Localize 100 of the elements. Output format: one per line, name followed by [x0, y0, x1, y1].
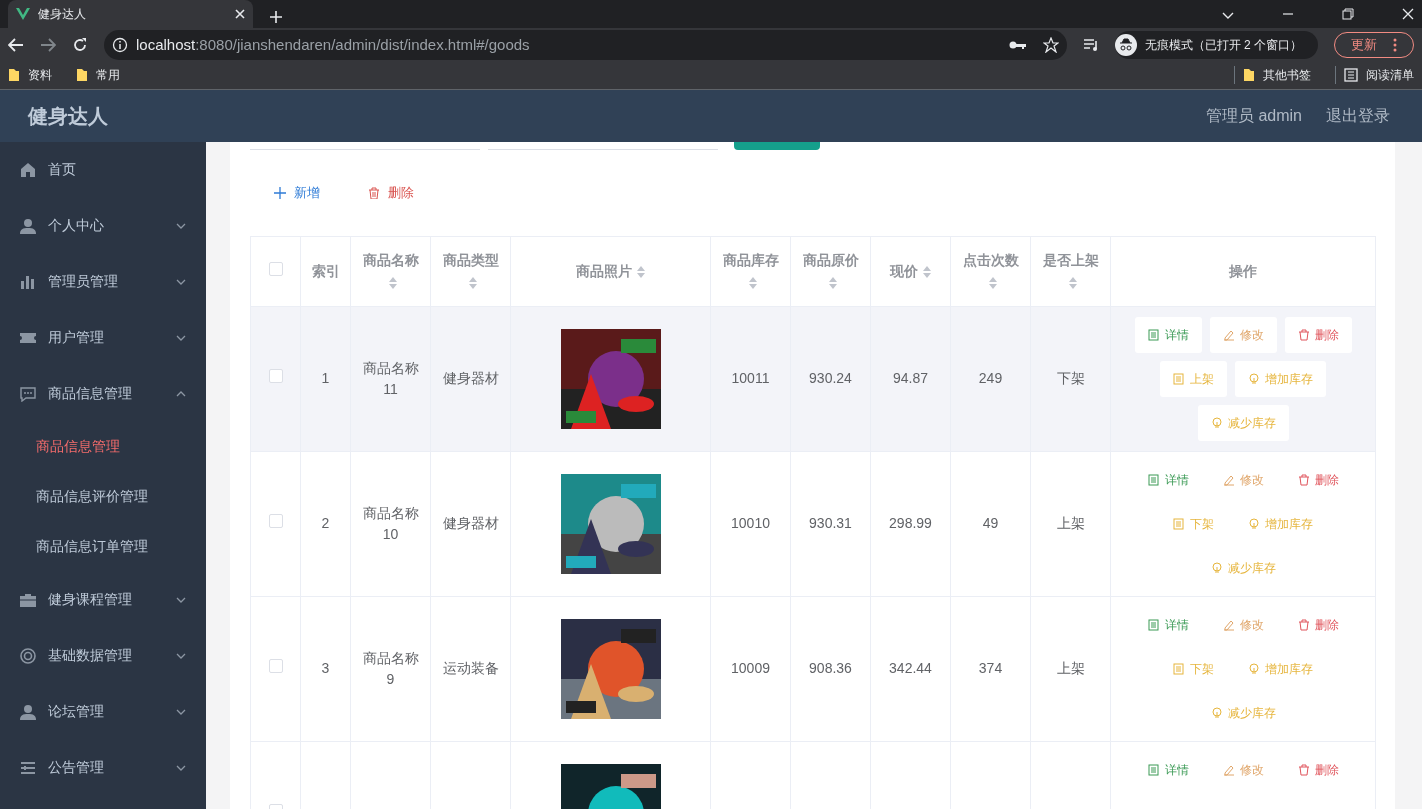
checkbox[interactable]: [268, 659, 283, 674]
tab-search-icon[interactable]: [1222, 12, 1234, 20]
detail-icon: [1147, 328, 1160, 341]
table-cell: 健身器材: [442, 370, 499, 387]
pencil-icon: [1222, 473, 1235, 486]
new-tab-icon[interactable]: [269, 10, 283, 24]
logout-link[interactable]: 退出登录: [1326, 103, 1390, 128]
submenu-item[interactable]: 商品信息评价管理: [0, 471, 206, 522]
checkbox[interactable]: [268, 514, 283, 529]
table-cell: 上架: [1056, 515, 1085, 532]
column-header: 操作: [1229, 262, 1257, 279]
list-icon: [20, 759, 36, 776]
column-header-cell[interactable]: 商品名称: [350, 236, 431, 307]
bookmark[interactable]: 其他书签: [1263, 66, 1311, 85]
sidebar-item[interactable]: 商品信息管理: [0, 365, 206, 422]
restore-icon[interactable]: [1342, 8, 1354, 20]
sidebar-item[interactable]: 个人中心: [0, 197, 206, 254]
table-cell: 2: [321, 515, 330, 532]
detail-icon: [1147, 763, 1160, 776]
table-cell: 健身器材: [442, 515, 499, 532]
sidebar-item[interactable]: 管理员管理: [0, 253, 206, 310]
info-icon[interactable]: [112, 37, 128, 53]
bookmark[interactable]: 常用: [96, 66, 120, 85]
table-cell: 商品名称11: [362, 359, 419, 397]
table-cell: 49: [982, 515, 999, 532]
table-cell: 94.87: [892, 370, 928, 387]
submenu-item[interactable]: 商品信息订单管理: [0, 521, 206, 572]
submenu-item[interactable]: 商品信息管理: [0, 421, 206, 472]
column-header-cell[interactable]: 点击次数: [950, 236, 1031, 307]
sidebar-item[interactable]: 首页: [0, 141, 206, 198]
folder-icon: [76, 68, 88, 83]
column-header-cell[interactable]: 是否上架: [1030, 236, 1111, 307]
checkbox[interactable]: [268, 369, 283, 384]
delete-button[interactable]: 删除: [1284, 316, 1352, 353]
table-cell: 249: [978, 370, 1003, 387]
column-header: 索引: [311, 262, 340, 279]
reload-icon[interactable]: [72, 37, 88, 53]
forward-icon[interactable]: [40, 38, 56, 52]
checkbox[interactable]: [268, 261, 283, 276]
bookmark[interactable]: 阅读清单: [1366, 66, 1414, 85]
column-header-cell[interactable]: 现价: [870, 236, 951, 307]
table-cell: 10011: [731, 370, 770, 387]
table-cell: 908.36: [809, 660, 852, 677]
sidebar-item[interactable]: 健身课程管理: [0, 571, 206, 628]
table-cell: 342.44: [889, 660, 932, 677]
column-header: 商品照片: [575, 262, 632, 279]
sidebar-item[interactable]: 公告管理: [0, 739, 206, 796]
pencil-icon: [1222, 763, 1235, 776]
column-header: 商品原价: [802, 252, 859, 269]
plus-icon: [274, 186, 286, 199]
back-icon[interactable]: [8, 38, 24, 52]
column-header: 点击次数: [962, 252, 1019, 269]
sidebar-item[interactable]: 用户管理: [0, 309, 206, 366]
column-header: 是否上架: [1042, 252, 1099, 269]
trash-icon: [1297, 328, 1310, 341]
trash-icon: [368, 186, 380, 199]
table-cell: 3: [321, 660, 330, 677]
edit-button[interactable]: 修改: [1209, 316, 1277, 353]
table-cell: 298.99: [889, 515, 932, 532]
bookmark[interactable]: 资料: [28, 66, 52, 85]
toggle-listing-button[interactable]: 上架: [1160, 360, 1227, 397]
table-cell: 10010: [731, 515, 770, 532]
detail-icon: [1147, 473, 1160, 486]
playlist-icon[interactable]: [1082, 38, 1099, 52]
table-cell: 上架: [1056, 660, 1085, 677]
column-header-cell[interactable]: 商品照片: [510, 236, 711, 307]
pencil-icon: [1222, 618, 1235, 631]
profile-label: 无痕模式（已打开 2 个窗口）: [1144, 37, 1302, 54]
trash-icon: [1297, 763, 1310, 776]
search-button[interactable]: [734, 141, 820, 150]
lifebuoy-icon: [20, 647, 36, 664]
trash-icon: [1297, 618, 1310, 631]
app-title: 健身达人: [28, 103, 108, 129]
table-cell: 商品名称9: [362, 649, 419, 687]
add-button[interactable]: 新增: [274, 183, 320, 203]
sidebar-item[interactable]: 论坛管理: [0, 683, 206, 740]
star-icon[interactable]: [1042, 37, 1059, 53]
user-icon: [20, 217, 36, 234]
delete-button[interactable]: 删除: [368, 183, 414, 203]
table-row[interactable]: 1 商品名称11 健身器材 10011 930.24 94.87 249 下架 详情 修改 删除 上架 增加库存 减少库存: [250, 306, 1376, 452]
sidebar-item[interactable]: 基础数据管理: [0, 627, 206, 684]
app-logo-icon: [16, 8, 30, 20]
pencil-icon: [1222, 328, 1235, 341]
detail-icon: [1173, 372, 1185, 385]
detail-button[interactable]: 详情: [1134, 316, 1202, 353]
table-row[interactable]: 3 商品名称9 运动装备 10009 908.36 342.44 374 上架 详情 修改 删除 下架 增加库存 减少库存: [250, 596, 1376, 742]
table-cell: 930.31: [809, 515, 852, 532]
column-header-cell[interactable]: 商品库存: [710, 236, 791, 307]
trash-icon: [1297, 473, 1310, 486]
bulb-icon: [1210, 416, 1223, 429]
bar-chart-icon: [20, 273, 36, 290]
table-row[interactable]: 2 商品名称10 健身器材 10010 930.31 298.99 49 上架 详情 修改 删除 下架 增加库存 减少库存: [250, 451, 1376, 597]
close-icon[interactable]: [235, 9, 245, 19]
table-cell: 930.24: [809, 370, 852, 387]
table-cell: 1: [321, 370, 330, 387]
column-header-cell[interactable]: 商品类型: [430, 236, 511, 307]
table-row[interactable]: 详情 修改 删除: [250, 741, 1376, 809]
column-header-cell[interactable]: 商品原价: [790, 236, 871, 307]
key-icon[interactable]: [1008, 40, 1027, 50]
close-icon[interactable]: [1402, 8, 1414, 20]
